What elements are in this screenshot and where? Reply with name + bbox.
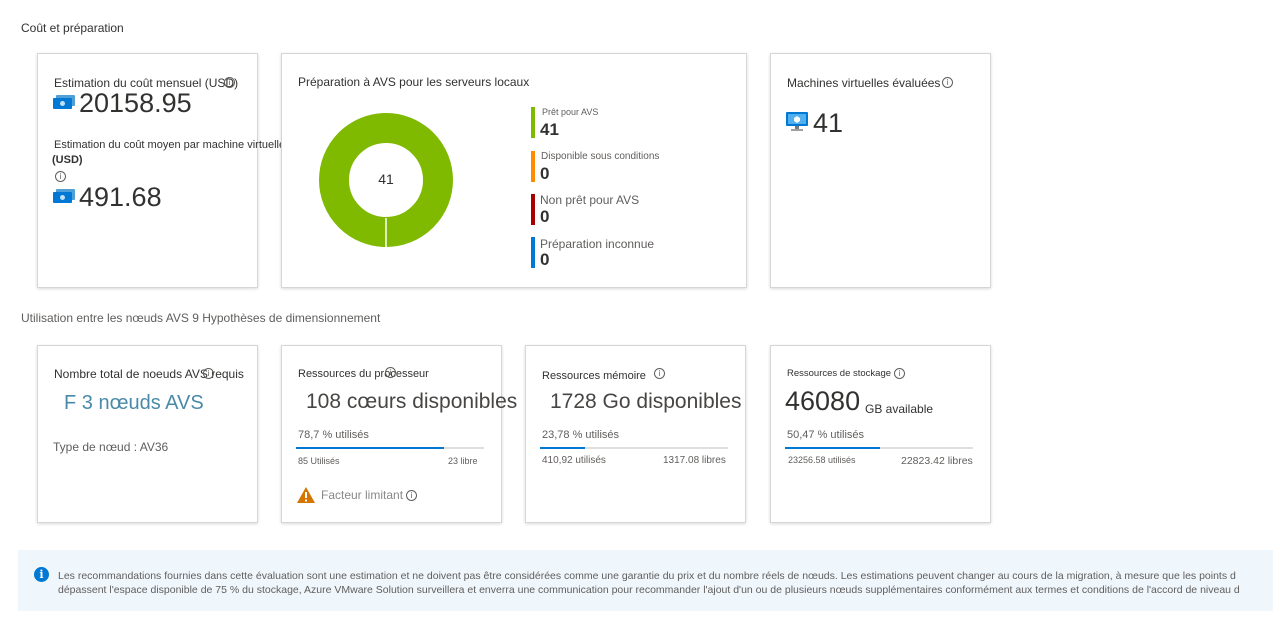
- banner-text: Les recommandations fournies dans cette …: [58, 569, 1273, 597]
- storage-title: Ressources de stockage: [787, 368, 892, 379]
- info-icon[interactable]: i: [55, 171, 66, 182]
- cpu-title: Ressources du processeur: [298, 368, 429, 380]
- legend-value-conditional: 0: [540, 164, 550, 183]
- money-icon: [53, 95, 75, 109]
- cpu-card: Ressources du processeur i 108 cœurs dis…: [281, 345, 517, 523]
- memory-progress-fill: [540, 447, 585, 449]
- legend-bar-conditional: [531, 151, 535, 182]
- nodes-card: Nombre total de noeuds AVS requis i F 3 …: [37, 345, 258, 523]
- legend-value-ready: 41: [540, 120, 559, 139]
- memory-card: Ressources mémoire i 1728 Go disponibles…: [525, 345, 746, 523]
- info-icon[interactable]: i: [385, 367, 396, 378]
- warning-icon: [297, 487, 315, 503]
- info-icon[interactable]: i: [203, 368, 214, 379]
- cost-card: Estimation du coût mensuel (USD) i 20158…: [37, 53, 285, 288]
- banner-line-1: Les recommandations fournies dans cette …: [58, 570, 1236, 582]
- avg-cost-value: 491.68: [79, 182, 162, 212]
- avg-cost-label-unit: (USD): [52, 154, 83, 166]
- memory-used-pct: 23,78 % utilisés: [542, 429, 620, 441]
- storage-used-pct: 50,47 % utilisés: [787, 429, 865, 441]
- legend-bar-ready: [531, 107, 535, 138]
- vm-card: Machines virtuelles évaluées i 41: [770, 53, 991, 288]
- monthly-cost-value: 20158.95: [79, 88, 192, 118]
- limiting-factor: Facteur limitant: [321, 488, 404, 502]
- info-circle-icon: i: [34, 567, 49, 582]
- vm-count: 41: [813, 108, 844, 138]
- memory-free: 1317.08 libres: [663, 455, 726, 466]
- storage-available: 46080: [785, 386, 861, 416]
- cpu-progress-bar: [296, 447, 484, 449]
- memory-progress-bar: [540, 447, 728, 449]
- cpu-free: 23 libre: [448, 456, 478, 466]
- node-type: Type de nœud : AV36: [53, 440, 169, 454]
- legend-label-unknown: Préparation inconnue: [540, 237, 655, 251]
- storage-used: 23256.58 utilisés: [788, 455, 856, 465]
- section-title-usage: Utilisation entre les nœuds AVS 9 Hypoth…: [21, 311, 381, 325]
- banner-line-2: dépassent l'espace disponible de 75 % du…: [58, 584, 1240, 596]
- memory-used: 410,92 utilisés: [542, 455, 606, 466]
- info-banner: i Les recommandations fournies dans cett…: [18, 550, 1273, 611]
- info-icon[interactable]: i: [406, 490, 417, 501]
- info-icon[interactable]: i: [654, 368, 665, 379]
- storage-unit: GB available: [865, 402, 934, 416]
- avg-cost-label: Estimation du coût moyen par machine vir…: [54, 139, 286, 151]
- nodes-title: Nombre total de noeuds AVS requis: [54, 367, 244, 381]
- legend-label-ready: Prêt pour AVS: [542, 107, 599, 117]
- storage-progress-fill: [785, 447, 880, 449]
- nodes-value: F 3 nœuds AVS: [64, 392, 204, 414]
- cpu-used: 85 Utilisés: [298, 456, 340, 466]
- money-icon: [53, 189, 75, 203]
- memory-title: Ressources mémoire: [542, 370, 646, 382]
- storage-card: Ressources de stockage i 46080 GB availa…: [770, 345, 991, 523]
- memory-available: 1728 Go disponibles: [550, 390, 742, 413]
- readiness-title: Préparation à AVS pour les serveurs loca…: [298, 75, 530, 89]
- donut-total: 41: [378, 171, 394, 187]
- vm-title: Machines virtuelles évaluées: [787, 76, 941, 90]
- info-icon[interactable]: i: [224, 77, 235, 88]
- monitor-icon: [786, 112, 808, 131]
- cpu-available: 108 cœurs disponibles: [306, 390, 518, 413]
- info-icon[interactable]: i: [894, 368, 905, 379]
- legend-value-unknown: 0: [540, 250, 550, 269]
- readiness-card: Préparation à AVS pour les serveurs loca…: [281, 53, 747, 288]
- legend-label-conditional: Disponible sous conditions: [541, 151, 660, 162]
- info-icon[interactable]: i: [942, 77, 953, 88]
- storage-free: 22823.42 libres: [901, 455, 973, 467]
- legend-bar-not-ready: [531, 194, 535, 225]
- legend-value-not-ready: 0: [540, 207, 550, 226]
- section-title-cost: Coût et préparation: [21, 21, 124, 35]
- legend-label-not-ready: Non prêt pour AVS: [540, 193, 640, 207]
- cpu-progress-fill: [296, 447, 444, 449]
- legend-bar-unknown: [531, 237, 535, 268]
- storage-progress-bar: [785, 447, 973, 449]
- cpu-used-pct: 78,7 % utilisés: [298, 429, 369, 441]
